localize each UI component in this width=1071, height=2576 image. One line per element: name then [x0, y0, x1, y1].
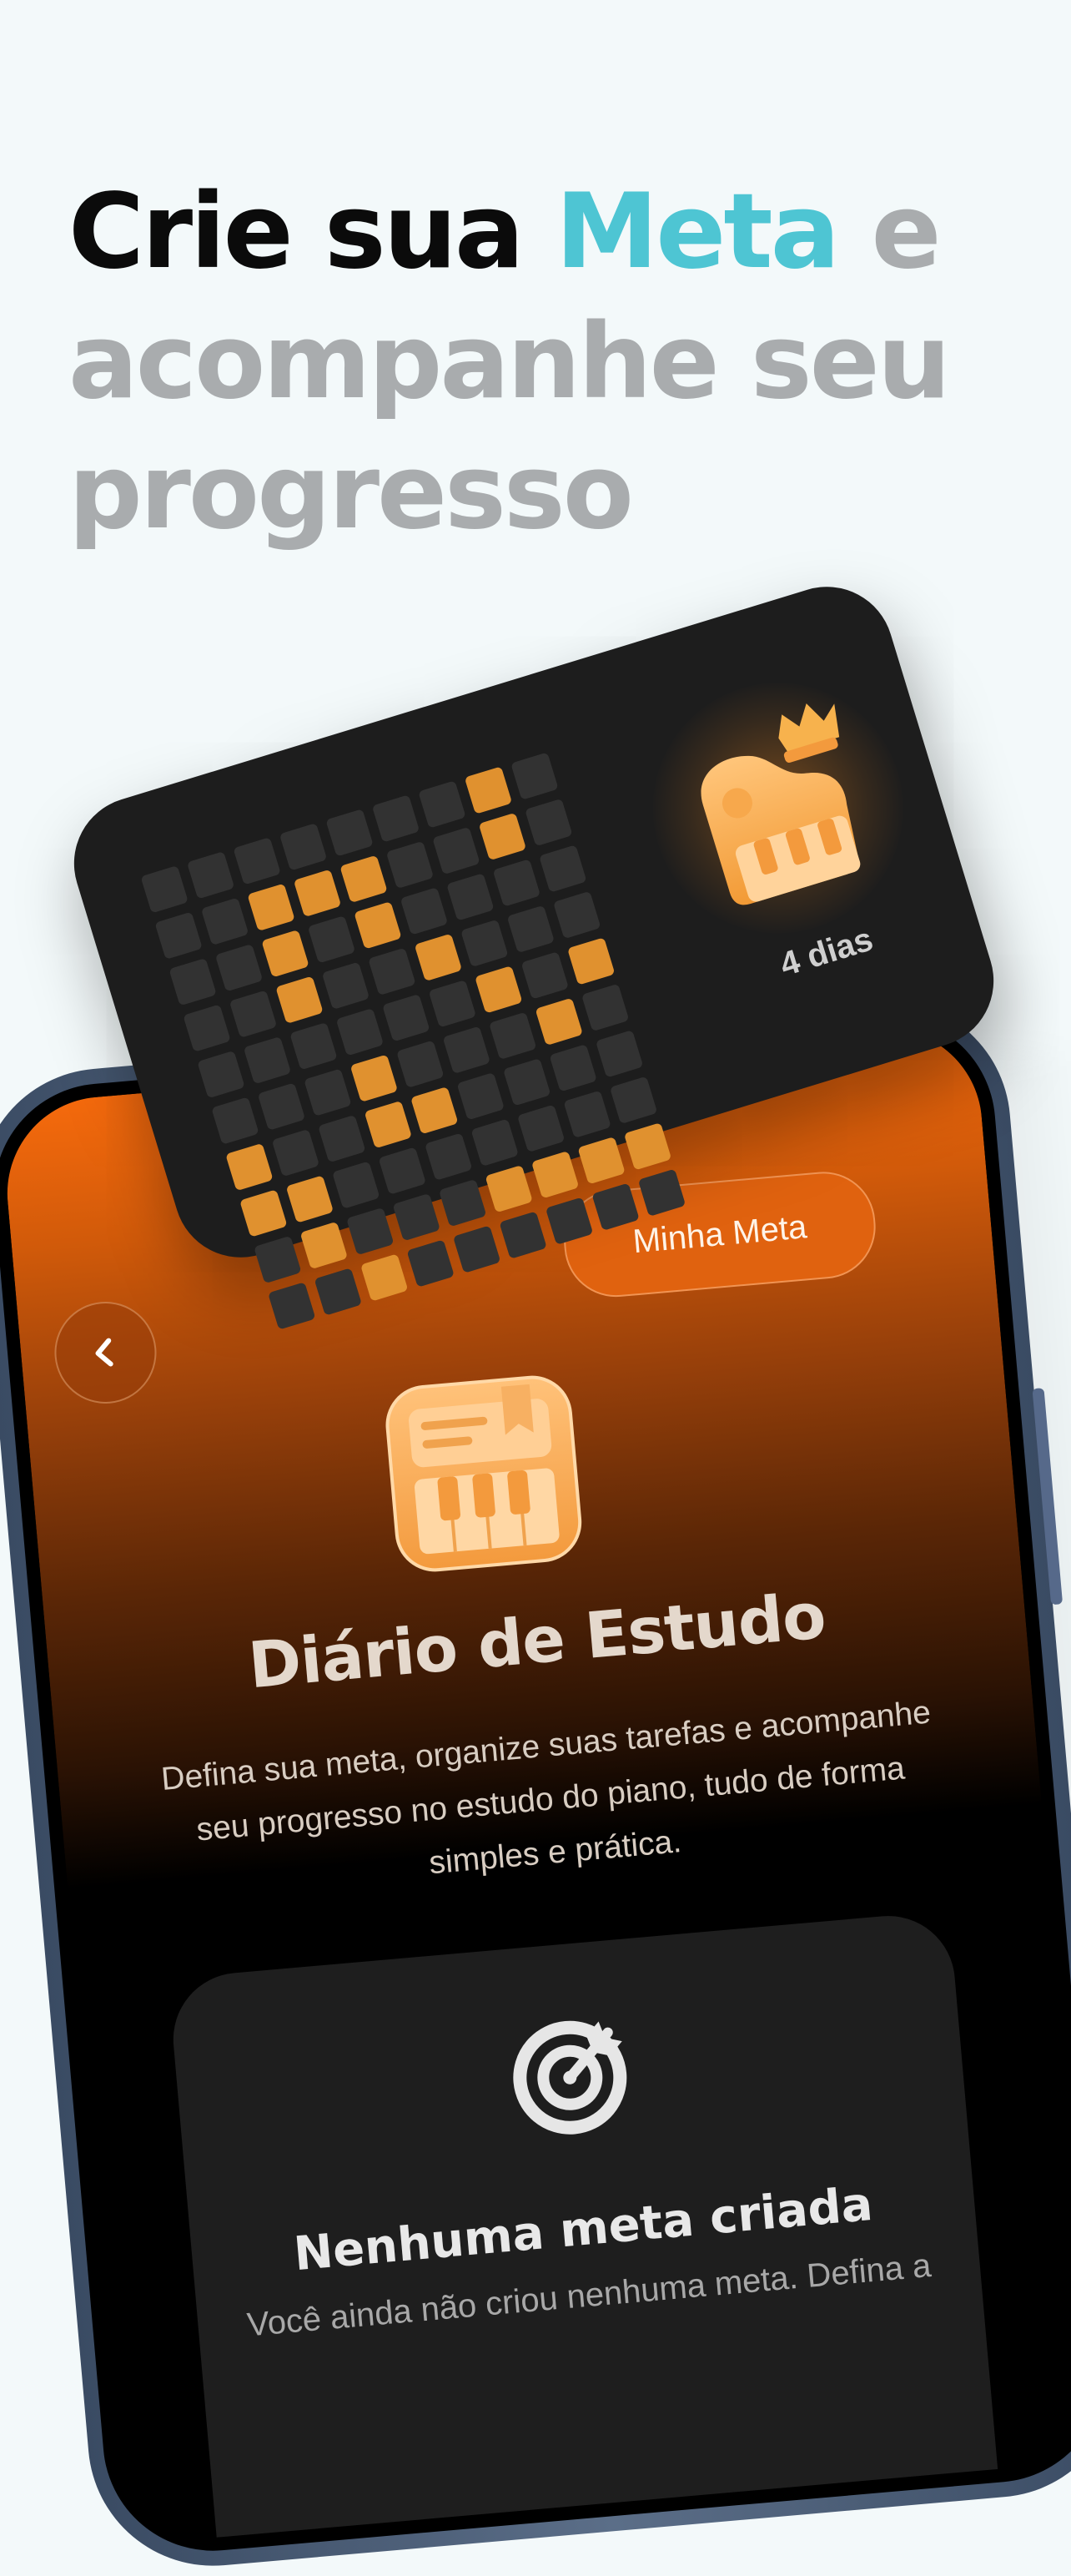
streak-cell-empty — [229, 990, 278, 1038]
streak-cell-empty — [492, 859, 541, 907]
streak-cell-done — [623, 1122, 672, 1171]
chevron-left-icon — [95, 1338, 113, 1367]
streak-cell-done — [410, 1086, 459, 1135]
streak-cell-done — [225, 1142, 274, 1192]
streak-cell-done — [535, 997, 583, 1046]
streak-cell-empty — [470, 1118, 519, 1167]
streak-cell-empty — [186, 851, 235, 900]
streak-cell-done — [285, 1175, 334, 1223]
streak-cell-done — [261, 930, 309, 978]
streak-cell-empty — [502, 1058, 551, 1107]
headline: Crie sua Meta e acompanhe seu progresso — [68, 167, 1028, 557]
streak-cell-empty — [321, 961, 370, 1010]
streak-cell-empty — [368, 947, 416, 996]
streak-cell-done — [299, 1221, 349, 1270]
streak-cell-empty — [200, 897, 249, 945]
streak-cell-empty — [279, 823, 328, 871]
streak-cell-empty — [432, 826, 480, 875]
streak-cell-empty — [581, 983, 630, 1032]
streak-cell-empty — [289, 1021, 338, 1071]
streak-cell-done — [239, 1189, 288, 1238]
streak-cell-empty — [378, 1147, 426, 1195]
streak-cell-empty — [307, 915, 356, 964]
streak-cell-empty — [183, 1004, 231, 1052]
streak-cell-empty — [525, 798, 573, 847]
streak-cell-empty — [446, 873, 495, 921]
streak-cell-empty — [197, 1050, 245, 1099]
headline-part-1: Crie sua — [68, 172, 556, 292]
streak-cell-empty — [211, 1096, 259, 1145]
streak-cell-empty — [318, 1114, 366, 1163]
streak-cell-empty — [257, 1082, 306, 1131]
streak-cell-empty — [438, 1178, 487, 1228]
streak-cell-empty — [346, 1207, 395, 1256]
streak-cell-done — [478, 812, 527, 861]
streak-cell-empty — [553, 890, 601, 940]
streak-cell-empty — [154, 911, 203, 960]
streak-cell-empty — [140, 865, 189, 914]
streak-cell-empty — [371, 794, 420, 843]
streak-cell-done — [475, 965, 523, 1014]
streak-cell-done — [530, 1151, 580, 1199]
streak-cell-done — [364, 1100, 413, 1149]
streak-cell-done — [339, 854, 388, 904]
streak-cell-empty — [418, 780, 466, 829]
streak-cell-empty — [325, 809, 374, 857]
streak-cell-empty — [539, 844, 587, 893]
streak-cell-empty — [425, 1132, 473, 1181]
streak-cell-empty — [332, 1161, 380, 1209]
streak-cell-empty — [392, 1192, 440, 1242]
streak-cell-done — [247, 883, 295, 932]
streak-cell-empty — [516, 1104, 566, 1152]
streak-cell-empty — [382, 994, 430, 1042]
streak-cell-empty — [168, 957, 217, 1006]
streak-cell-done — [485, 1164, 533, 1213]
streak-cell-empty — [243, 1036, 292, 1085]
headline-accent: Meta — [555, 172, 840, 292]
streak-cell-done — [293, 869, 342, 918]
streak-cell-empty — [520, 951, 569, 1000]
empty-goal-card: Nenhuma meta criada Você ainda não criou… — [168, 1910, 1008, 2560]
streak-cell-empty — [609, 1076, 658, 1125]
target-icon — [513, 2020, 627, 2135]
streak-cell-done — [414, 933, 463, 982]
streak-cell-empty — [549, 1044, 597, 1092]
streak-cell-empty — [304, 1068, 352, 1117]
streak-cell-empty — [563, 1090, 611, 1139]
streak-cell-empty — [396, 1040, 445, 1088]
piano-journal-icon — [385, 1375, 582, 1572]
streak-cell-done — [464, 766, 513, 814]
streak-cell-empty — [214, 944, 264, 992]
streak-cell-empty — [460, 919, 509, 968]
streak-cell-empty — [428, 980, 477, 1028]
streak-cell-empty — [400, 887, 449, 935]
streak-cell-empty — [233, 837, 281, 885]
streak-cell-empty — [385, 840, 435, 890]
streak-cell-done — [577, 1137, 626, 1185]
streak-cell-done — [567, 937, 616, 986]
streak-cell-empty — [595, 1030, 644, 1078]
streak-cell-empty — [510, 752, 559, 800]
streak-cell-empty — [271, 1128, 320, 1177]
streak-cell-empty — [456, 1072, 505, 1121]
streak-cell-empty — [442, 1026, 491, 1075]
streak-cell-empty — [506, 905, 556, 954]
streak-cell-empty — [489, 1011, 537, 1061]
streak-cell-done — [349, 1054, 399, 1102]
streak-cell-done — [275, 975, 324, 1024]
streak-cell-empty — [335, 1008, 385, 1056]
streak-cell-done — [354, 901, 402, 950]
